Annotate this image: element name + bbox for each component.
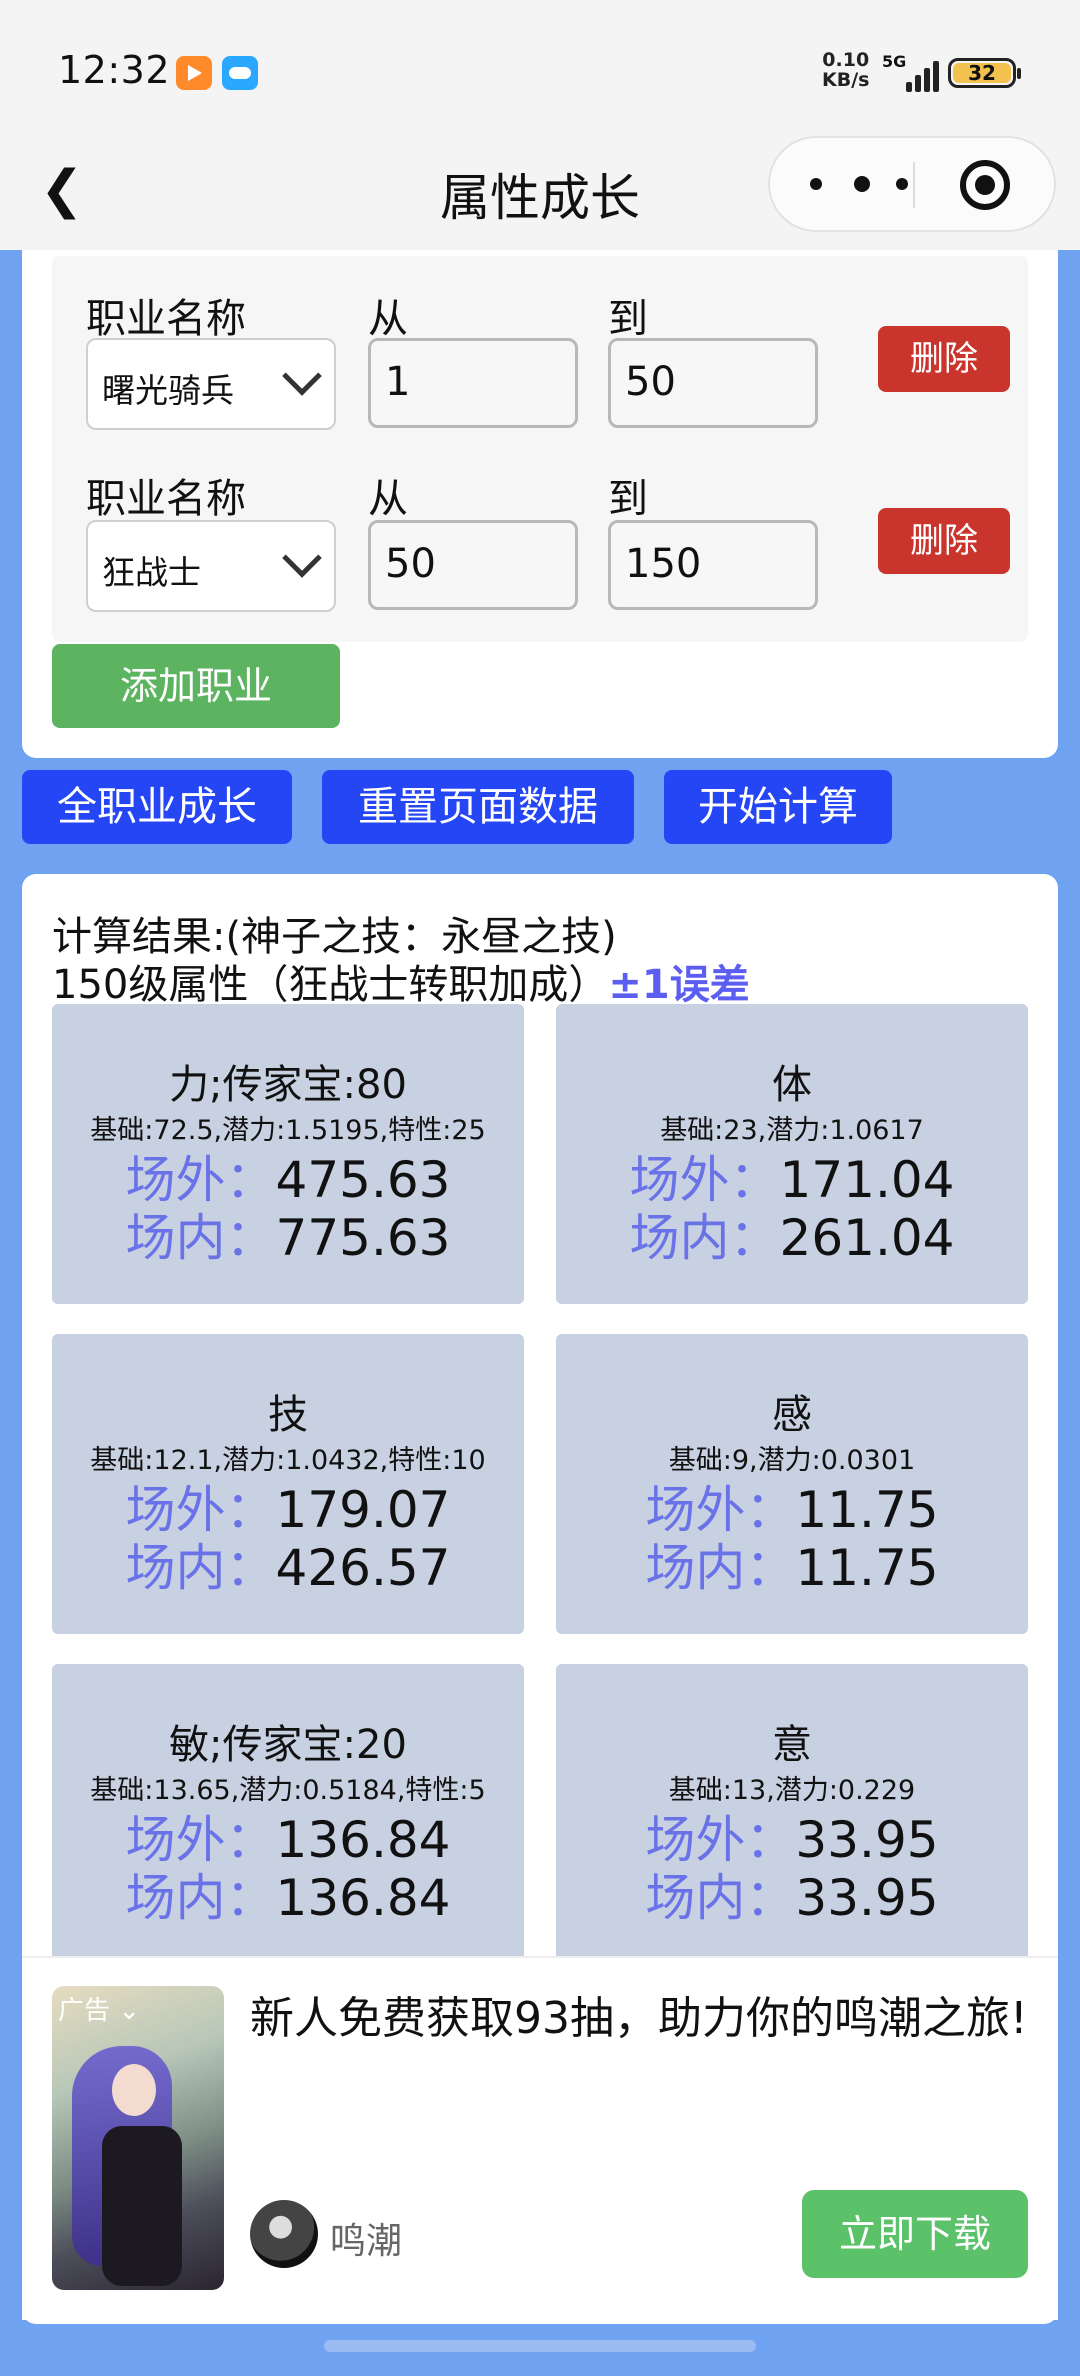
net-speed: 0.10 KB/s [822,50,869,90]
ad-tag[interactable]: 广告 ⌄ [58,1990,140,2027]
to-level-input[interactable]: 50 [608,338,818,428]
mini-program-capsule [768,136,1056,232]
stat-title: 技 [268,1392,308,1438]
result-subheading: 150级属性（狂战士转职加成）±1误差 [52,952,750,1010]
ad-title[interactable]: 新人免费获取93抽，助力你的鸣潮之旅! [250,1986,1030,2052]
to-level-input[interactable]: 150 [608,520,818,610]
ad-image[interactable]: 广告 ⌄ [52,1986,224,2290]
stat-title: 感 [772,1392,812,1438]
class-select[interactable]: 狂战士 [86,520,336,612]
infield-value: 775.63 [275,1209,451,1267]
infield-label: 场内： [645,1539,796,1597]
from-label: 从 [368,476,408,522]
more-dots-icon[interactable] [810,164,920,204]
status-bar: 12:32 0.10 KB/s 5G 32 [0,0,1080,140]
stat-card-skill: 技 基础:12.1,潜力:1.0432,特性:10 场外：179.07 场内：4… [52,1334,524,1634]
status-time: 12:32 [58,48,171,92]
download-button[interactable]: 立即下载 [802,2190,1028,2278]
class-rows: 职业名称 从 到 曙光骑兵 1 50 删除 职业名称 从 到 狂战士 50 15… [52,256,1028,642]
stat-infield: 场内：136.84 [52,1858,524,1930]
video-app-icon [176,56,212,90]
stat-infield: 场内：11.75 [556,1528,1028,1600]
net-speed-value: 0.10 [822,49,870,71]
stat-card-agility: 敏;传家宝:20 基础:13.65,潜力:0.5184,特性:5 场外：136.… [52,1664,524,1964]
infield-label: 场内： [629,1209,780,1267]
chevron-down-icon [282,356,322,396]
class-select[interactable]: 曙光骑兵 [86,338,336,430]
class-form-card: 职业名称 从 到 曙光骑兵 1 50 删除 职业名称 从 到 狂战士 50 15… [22,250,1058,758]
infield-label: 场内： [645,1869,796,1927]
to-label: 到 [608,296,648,342]
stat-title: 体 [772,1062,812,1108]
infield-value: 426.57 [275,1539,451,1597]
all-class-growth-button[interactable]: 全职业成长 [22,770,292,844]
battery-level: 32 [953,63,1011,83]
infield-label: 场内： [125,1539,276,1597]
stat-title: 敏;传家宝:20 [169,1722,407,1768]
chevron-down-icon [282,538,322,578]
class-name-label: 职业名称 [86,296,246,342]
error-note: ±1误差 [608,962,750,1008]
battery-icon: 32 [948,58,1021,88]
class-select-value: 狂战士 [102,553,201,592]
stat-infield: 场内：775.63 [52,1198,524,1270]
infield-label: 场内： [125,1869,276,1927]
from-level-input[interactable]: 1 [368,338,578,428]
infield-label: 场内： [125,1209,276,1267]
reset-data-button[interactable]: 重置页面数据 [322,770,634,844]
infield-value: 136.84 [275,1869,451,1927]
from-level-input[interactable]: 50 [368,520,578,610]
capsule-divider [913,162,915,208]
from-label: 从 [368,296,408,342]
start-calculate-button[interactable]: 开始计算 [664,770,892,844]
stat-infield: 场内：426.57 [52,1528,524,1600]
delete-button[interactable]: 删除 [878,508,1010,574]
weather-app-icon [222,56,258,90]
stat-card-strength: 力;传家宝:80 基础:72.5,潜力:1.5195,特性:25 场外：475.… [52,1004,524,1304]
class-name-label: 职业名称 [86,476,246,522]
stat-infield: 场内：261.04 [556,1198,1028,1270]
home-indicator[interactable] [324,2340,756,2352]
record-target-icon[interactable] [960,160,1010,210]
net-speed-unit: KB/s [822,69,870,91]
delete-button[interactable]: 删除 [878,326,1010,392]
advertiser-name: 鸣潮 [330,2221,403,2262]
ad-banner[interactable]: 广告 ⌄ 新人免费获取93抽，助力你的鸣潮之旅! 鸣潮 立即下载 [22,1956,1058,2320]
signal-icon [900,56,940,92]
result-level-text: 150级属性（狂战士转职加成） [52,962,609,1008]
stat-title: 力;传家宝:80 [169,1062,407,1108]
stat-infield: 场内：33.95 [556,1858,1028,1930]
stat-card-constitution: 体 基础:23,潜力:1.0617 场外：171.04 场内：261.04 [556,1004,1028,1304]
advertiser-avatar [250,2200,318,2268]
infield-value: 11.75 [795,1539,939,1597]
stat-title: 意 [772,1722,812,1768]
infield-value: 261.04 [779,1209,955,1267]
add-class-button[interactable]: 添加职业 [52,644,340,728]
stat-card-perception: 感 基础:9,潜力:0.0301 场外：11.75 场内：11.75 [556,1334,1028,1634]
to-label: 到 [608,476,648,522]
class-select-value: 曙光骑兵 [102,371,234,410]
infield-value: 33.95 [795,1869,939,1927]
stat-card-will: 意 基础:13,潜力:0.229 场外：33.95 场内：33.95 [556,1664,1028,1964]
